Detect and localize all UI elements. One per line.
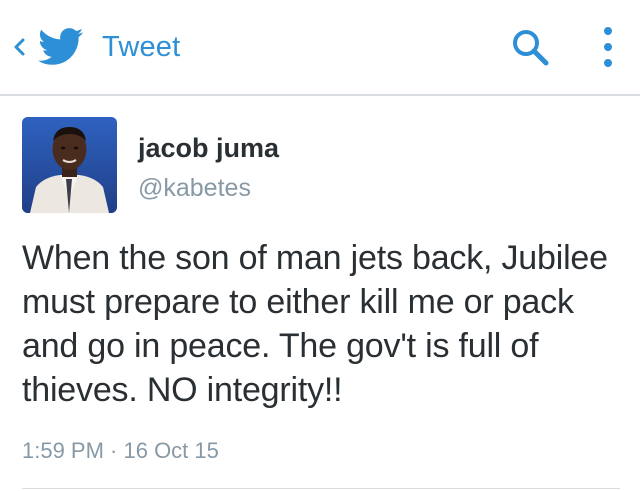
chevron-left-icon[interactable] bbox=[8, 29, 30, 65]
more-vertical-icon[interactable] bbox=[594, 24, 622, 70]
tweet-text: When the son of man jets back, Jubilee m… bbox=[22, 239, 608, 409]
app-bar: Tweet bbox=[0, 0, 640, 96]
tweet-timestamp: 1:59 PM · 16 Oct 15 bbox=[22, 438, 219, 463]
page-title: Tweet bbox=[102, 31, 181, 63]
author-name[interactable]: jacob juma bbox=[138, 131, 279, 165]
divider bbox=[22, 488, 620, 489]
twitter-bird-icon[interactable] bbox=[38, 27, 84, 67]
menu-dot bbox=[604, 43, 612, 51]
author-handle[interactable]: @kabetes bbox=[138, 172, 251, 204]
avatar-image bbox=[22, 117, 117, 213]
avatar[interactable] bbox=[22, 117, 117, 213]
search-icon[interactable] bbox=[508, 25, 552, 69]
menu-dot bbox=[604, 59, 612, 67]
menu-dot bbox=[604, 27, 612, 35]
